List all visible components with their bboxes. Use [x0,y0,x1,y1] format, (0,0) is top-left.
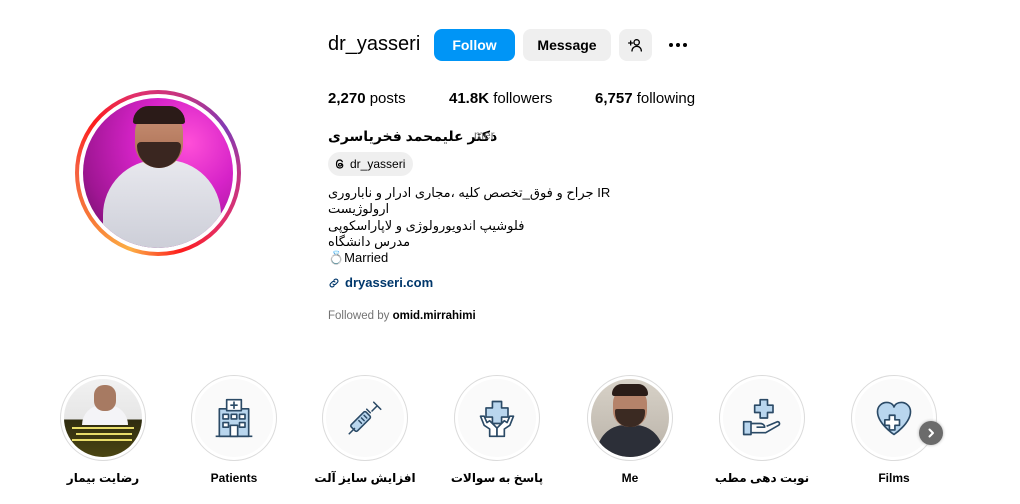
profile-bio: جراح و فوق_تخصص کلیه ،مجاری ادرار و نابا… [328,185,610,266]
following-count: 6,757 [595,90,633,107]
highlight-item[interactable]: افزایش سایز آلت [314,375,416,485]
bio-line: 💍Married [328,250,389,266]
highlight-item[interactable]: رضایت بیمار [58,375,148,485]
highlight-item[interactable]: پاسخ به سوالات [450,375,544,485]
threads-handle: dr_yasseri [350,157,406,171]
hand-medical-icon [742,398,781,436]
followed-by[interactable]: Followed by omid.mirrahimi [328,310,476,322]
website-text: dryasseri.com [345,275,434,290]
dot-icon [669,43,673,47]
highlight-cover [719,375,805,461]
posts-count: 2,270 [328,90,366,107]
highlight-cover [851,375,937,461]
threads-badge[interactable]: dr_yasseri [328,152,414,176]
more-options-button[interactable] [666,36,690,54]
following-label: following [636,90,696,107]
threads-icon [335,159,344,169]
profile-username: dr_yasseri [328,33,421,55]
hospital-icon [215,398,253,438]
posts-label: posts [369,90,406,107]
highlight-item[interactable]: Patients [189,375,279,485]
highlight-cover [60,375,146,461]
following-stat[interactable]: 6,757 following [595,90,695,107]
link-icon [329,278,339,287]
dot-icon [676,43,680,47]
heart-plus-icon [876,401,912,436]
syringe-icon [348,401,382,435]
profile-pronoun: mer [474,128,495,142]
doctor-photo [591,379,669,457]
highlight-cover [322,375,408,461]
hands-care-icon [479,400,515,438]
highlights-next-button[interactable] [919,421,943,445]
bio-line: فلوشیپ اندویورولوژی و لاپاراسکوپی [328,217,525,233]
followed-by-prefix: Followed by [328,310,390,322]
followers-count: 41.8K [449,90,490,107]
highlight-label: پاسخ به سوالات [450,471,544,485]
profile-full-name: دکتر علیمحمد فخریاسری [328,128,498,144]
highlight-cover [587,375,673,461]
patient-photo [64,379,142,457]
follow-button[interactable]: Follow [434,29,515,61]
followed-by-user: omid.mirrahimi [392,310,476,322]
add-user-icon [627,39,642,52]
message-button[interactable]: Message [523,29,611,61]
highlight-label: رضایت بیمار [66,471,140,485]
highlight-item[interactable]: Me [585,375,675,485]
highlight-cover [191,375,277,461]
bio-line: جراح و فوق_تخصص کلیه ،مجاری ادرار و نابا… [328,185,611,200]
profile-avatar[interactable] [75,90,241,256]
bio-line: مدرس دانشگاه [328,233,411,249]
chevron-right-icon [928,428,934,438]
followers-stat[interactable]: 41.8K followers [449,90,552,107]
highlight-label: Patients [210,471,258,485]
suggested-users-button[interactable] [619,29,652,61]
highlight-label: نوبت دهی مطب [714,471,810,485]
followers-label: followers [493,90,553,107]
avatar-photo [83,98,233,248]
bio-line: ارولوژیست [328,201,390,217]
highlight-label: Me [621,471,639,485]
posts-stat: 2,270 posts [328,90,406,107]
avatar-border [79,94,237,252]
dot-icon [683,43,687,47]
highlight-cover [454,375,540,461]
profile-website-link[interactable]: dryasseri.com [328,275,433,290]
highlight-item[interactable]: نوبت دهی مطب [714,375,810,485]
highlight-label: افزایش سایز آلت [314,471,416,485]
highlight-label: Films [878,471,910,485]
